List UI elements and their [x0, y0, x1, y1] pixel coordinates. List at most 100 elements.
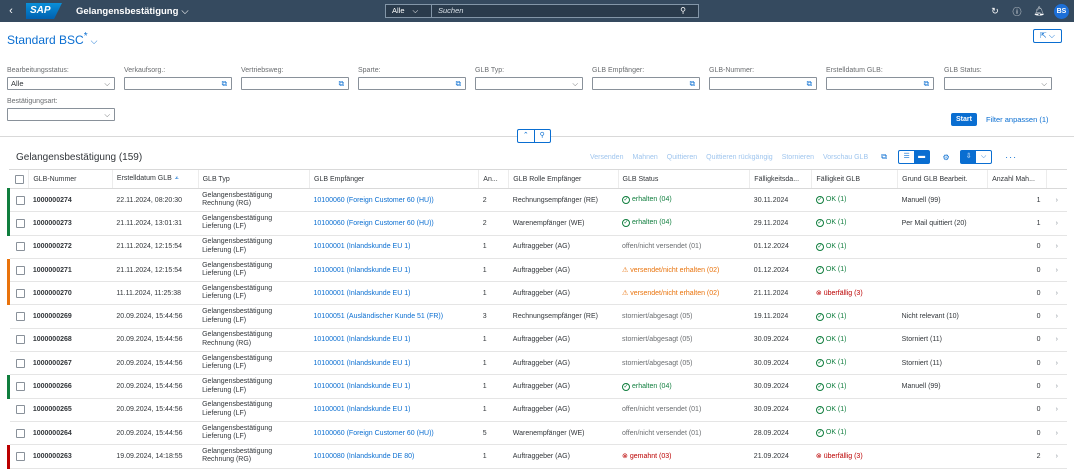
- row-navigation-icon[interactable]: ›: [1046, 188, 1067, 213]
- col-faelligkeitsdatum[interactable]: Fälligkeitsda...: [749, 169, 812, 189]
- row-select-cell[interactable]: [6, 374, 29, 399]
- filter-select[interactable]: ⌵: [944, 77, 1052, 90]
- start-button[interactable]: Start: [951, 113, 977, 126]
- row-navigation-icon[interactable]: ›: [1046, 211, 1067, 236]
- avatar[interactable]: BS: [1054, 3, 1069, 19]
- undo-confirm-button[interactable]: Quittieren rückgängig: [706, 154, 773, 161]
- row-navigation-icon[interactable]: ›: [1046, 235, 1067, 259]
- filter-select[interactable]: ⌵: [7, 108, 115, 121]
- filter-select[interactable]: Alle ⌵: [7, 77, 115, 90]
- row-checkbox[interactable]: [16, 358, 25, 368]
- cell-glb-empfaenger-link[interactable]: 10100001 (Inlandskunde EU 1): [309, 258, 479, 283]
- cell-glb-empfaenger-link[interactable]: 10100001 (Inlandskunde EU 1): [309, 328, 479, 353]
- filter-input[interactable]: ⧉: [709, 77, 817, 90]
- row-checkbox[interactable]: [16, 312, 25, 322]
- row-navigation-icon[interactable]: ›: [1046, 421, 1067, 446]
- col-erstelldatum[interactable]: Erstelldatum GLB ⩡: [111, 169, 199, 189]
- row-navigation-icon[interactable]: ›: [1046, 374, 1067, 399]
- filter-input[interactable]: ⧉: [592, 77, 700, 90]
- copy-icon[interactable]: ⧉: [877, 152, 891, 162]
- cell-glb-empfaenger-link[interactable]: 10100060 (Foreign Customer 60 (HU)): [309, 211, 479, 236]
- value-help-icon[interactable]: ⧉: [924, 78, 929, 89]
- row-select-cell[interactable]: [6, 444, 29, 469]
- row-select-cell[interactable]: [6, 188, 29, 213]
- col-faelligkeit-glb[interactable]: Fälligkeit GLB: [811, 169, 898, 189]
- row-navigation-icon[interactable]: ›: [1046, 398, 1067, 422]
- cell-glb-empfaenger-link[interactable]: 10100051 (Ausländischer Kunde 51 (FR)): [309, 304, 479, 329]
- row-select-cell[interactable]: [8, 328, 29, 353]
- col-glb-nummer[interactable]: GLB-Nummer: [28, 169, 113, 189]
- col-anzahl-mahnungen[interactable]: Anzahl Mah...: [987, 169, 1047, 189]
- table-row[interactable]: 1000000272 21.11.2024, 12:15:54 Gelangensb…: [8, 235, 1067, 259]
- row-select-cell[interactable]: [6, 211, 29, 236]
- confirm-button[interactable]: Quittieren: [667, 154, 697, 161]
- preview-button[interactable]: Vorschau GLB: [823, 154, 868, 161]
- value-help-icon[interactable]: ⧉: [807, 78, 812, 89]
- row-checkbox[interactable]: [16, 195, 25, 205]
- row-navigation-icon[interactable]: ›: [1046, 351, 1067, 376]
- value-help-icon[interactable]: ⧉: [222, 78, 227, 89]
- sync-icon[interactable]: ↻: [984, 6, 1006, 17]
- table-row[interactable]: 1000000273 21.11.2024, 13:01:31 Gelangensb…: [6, 211, 1067, 236]
- row-navigation-icon[interactable]: ›: [1046, 328, 1067, 353]
- sap-logo[interactable]: SAP: [26, 3, 62, 19]
- cell-glb-empfaenger-link[interactable]: 10100001 (Inlandskunde EU 1): [309, 281, 479, 306]
- filter-input[interactable]: ⧉: [826, 77, 934, 90]
- row-checkbox[interactable]: [16, 265, 25, 275]
- table-row[interactable]: 1000000274 22.11.2024, 08:20:30 Gelangensb…: [6, 188, 1067, 213]
- row-checkbox[interactable]: [16, 242, 25, 252]
- row-checkbox[interactable]: [16, 428, 25, 438]
- pin-icon[interactable]: ⚲: [533, 130, 551, 142]
- filter-input[interactable]: ⧉: [358, 77, 466, 90]
- table-row[interactable]: 1000000265 20.09.2024, 15:44:56 Gelangensb…: [8, 398, 1067, 422]
- cell-glb-empfaenger-link[interactable]: 10100001 (Inlandskunde EU 1): [309, 235, 479, 259]
- help-icon[interactable]: ⓘ: [1006, 5, 1028, 18]
- list-view-icon[interactable]: ☰: [899, 151, 914, 163]
- row-select-cell[interactable]: [8, 304, 29, 329]
- cell-glb-empfaenger-link[interactable]: 10100001 (Inlandskunde EU 1): [309, 398, 479, 422]
- row-select-cell[interactable]: [8, 235, 29, 259]
- filter-input[interactable]: ⧉: [124, 77, 232, 90]
- chevron-down-icon[interactable]: ⌵: [1041, 78, 1047, 89]
- row-select-cell[interactable]: [8, 398, 29, 422]
- row-navigation-icon[interactable]: ›: [1046, 444, 1067, 469]
- row-select-cell[interactable]: [8, 351, 29, 376]
- adapt-filters-link[interactable]: Filter anpassen (1): [986, 113, 1049, 126]
- cell-glb-empfaenger-link[interactable]: 10100001 (Inlandskunde EU 1): [309, 374, 479, 399]
- row-select-cell[interactable]: [8, 421, 29, 446]
- cell-glb-empfaenger-link[interactable]: 10100080 (Inlandskunde DE 80): [309, 444, 479, 469]
- filter-input[interactable]: ⧉: [241, 77, 349, 90]
- select-all-checkbox[interactable]: [14, 174, 24, 184]
- table-view-icon[interactable]: ▬: [914, 151, 930, 163]
- cancel-button[interactable]: Stornieren: [782, 154, 814, 161]
- value-help-icon[interactable]: ⧉: [690, 78, 695, 89]
- table-row[interactable]: 1000000267 20.09.2024, 15:44:56 Gelangensb…: [8, 351, 1067, 376]
- send-button[interactable]: Versenden: [590, 154, 623, 161]
- export-icon[interactable]: ⇩: [961, 151, 977, 163]
- search-input[interactable]: Suchen: [432, 5, 668, 17]
- col-glb-typ[interactable]: GLB Typ: [197, 169, 310, 189]
- chevron-down-icon[interactable]: ⌵: [572, 78, 578, 89]
- col-glb-status[interactable]: GLB Status: [617, 169, 750, 189]
- collapse-header-icon[interactable]: ⌃: [518, 130, 534, 142]
- table-row[interactable]: 1000000271 21.11.2024, 12:15:54 Gelangensb…: [6, 258, 1067, 283]
- back-icon[interactable]: ‹: [0, 5, 22, 17]
- col-anzahl[interactable]: An...: [478, 169, 509, 189]
- value-help-icon[interactable]: ⧉: [456, 78, 461, 89]
- settings-icon[interactable]: ⚙: [939, 153, 953, 162]
- table-row[interactable]: 1000000269 20.09.2024, 15:44:56 Gelangensb…: [8, 304, 1067, 329]
- cell-glb-empfaenger-link[interactable]: 10100060 (Foreign Customer 60 (HU)): [309, 188, 479, 213]
- more-icon[interactable]: ···: [1005, 152, 1017, 162]
- table-row[interactable]: 1000000264 20.09.2024, 15:44:56 Gelangensb…: [8, 421, 1067, 446]
- table-row[interactable]: 1000000270 11.11.2024, 11:25:38 Gelangensb…: [6, 281, 1067, 306]
- row-select-cell[interactable]: [6, 281, 29, 306]
- row-select-cell[interactable]: [6, 258, 29, 283]
- col-grund[interactable]: Grund GLB Bearbeit.: [897, 169, 988, 189]
- remind-button[interactable]: Mahnen: [632, 154, 657, 161]
- table-row[interactable]: 1000000263 19.09.2024, 14:18:55 Gelangensb…: [6, 444, 1067, 469]
- variant-management[interactable]: Standard BSC* ⌵: [7, 31, 97, 47]
- chevron-down-icon[interactable]: ⌵: [104, 78, 110, 89]
- notification-bell-icon[interactable]: 🔔︎: [1028, 6, 1050, 17]
- table-row[interactable]: 1000000268 20.09.2024, 15:44:56 Gelangensb…: [8, 328, 1067, 353]
- row-checkbox[interactable]: [16, 405, 25, 415]
